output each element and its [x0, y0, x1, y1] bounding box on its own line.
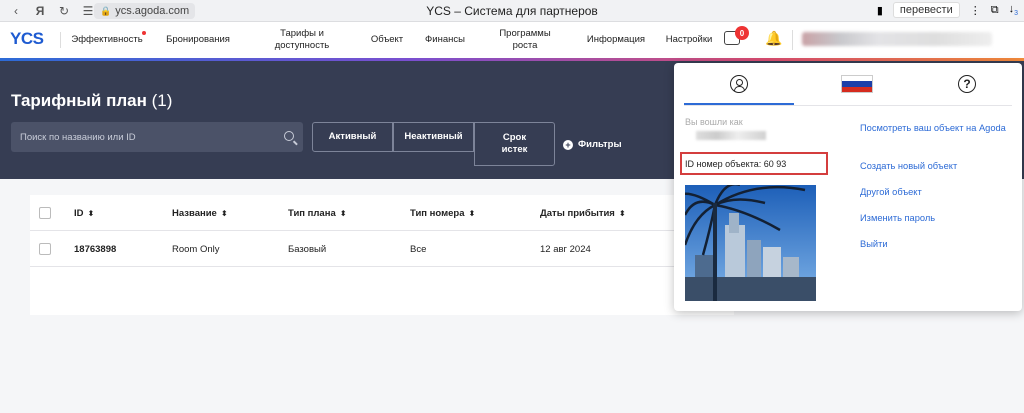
nav-divider — [792, 30, 793, 50]
col-label: Даты прибытия — [540, 207, 615, 219]
segment-label: Активный — [328, 131, 377, 142]
downloads-badge: 3 — [1014, 10, 1018, 18]
account-name-blurred[interactable] — [802, 32, 992, 46]
table-row[interactable]: 18763898 Room Only Базовый Все 12 авг 20… — [30, 231, 734, 267]
bookmark-icon[interactable]: ▮ — [877, 4, 883, 17]
browser-actions: ▮ перевести ⋮ ⧉ ↓3 — [877, 2, 1018, 18]
col-room-type[interactable]: Тип номера ⬍ — [410, 195, 475, 231]
back-icon[interactable]: ‹ — [8, 4, 24, 18]
create-property-link[interactable]: Создать новый объект — [860, 160, 957, 173]
plus-icon: + — [563, 139, 573, 150]
nav-divider — [60, 32, 61, 48]
tab-help[interactable]: ? — [912, 63, 1022, 105]
nav-item-performance[interactable]: Эффективность — [71, 22, 143, 58]
select-all-checkbox[interactable] — [39, 195, 51, 231]
nav-label: Эффективность — [71, 34, 143, 45]
page-title-text: Тарифный план — [11, 91, 147, 110]
translate-button[interactable]: перевести — [892, 2, 960, 18]
cell-dates: 12 авг 2024 — [540, 243, 591, 255]
address-bar[interactable]: 🔒 ycs.agoda.com — [94, 3, 196, 19]
col-label: ID — [74, 207, 84, 219]
table-header-row: ID ⬍ Название ⬍ Тип плана ⬍ Тип номера ⬍ Дат… — [30, 195, 734, 231]
dropdown-divider — [684, 105, 1012, 106]
col-label: Название — [172, 207, 217, 219]
logo-text: YCS — [10, 29, 44, 48]
nav-label: Бронирования — [166, 34, 230, 45]
rate-plan-table: ID ⬍ Название ⬍ Тип плана ⬍ Тип номера ⬍ Дат… — [30, 195, 734, 315]
logout-link[interactable]: Выйти — [860, 238, 888, 251]
filters-label: Фильтры — [578, 139, 622, 150]
property-photo — [685, 185, 816, 301]
account-dropdown: ? Вы вошли как ID номер объекта: 60 93 П… — [674, 63, 1022, 311]
app-navbar: YCS Эффективность Бронирования Тарифы и … — [0, 22, 1024, 58]
nav-item-growth[interactable]: Программы роста — [492, 22, 558, 58]
cell-room-type: Все — [410, 243, 427, 255]
cell-plan-type: Базовый — [288, 243, 327, 255]
lock-icon: 🔒 — [100, 5, 112, 16]
flag-stripe-red — [842, 86, 872, 92]
user-icon — [730, 75, 748, 93]
segment-label: Срок истек — [501, 132, 528, 155]
change-password-link[interactable]: Изменить пароль — [860, 212, 935, 225]
url-text: ycs.agoda.com — [115, 5, 190, 17]
nav-item-property[interactable]: Объект — [366, 22, 408, 58]
filters-button[interactable]: + Фильтры — [563, 139, 622, 150]
translate-label: перевести — [899, 4, 953, 16]
download-icon[interactable]: ↓3 — [1009, 3, 1018, 17]
filter-expired-button[interactable]: Срок истек — [474, 122, 555, 166]
russia-flag-icon — [841, 75, 873, 93]
col-label: Тип плана — [288, 207, 336, 219]
nav-label: Информация — [586, 34, 646, 45]
extensions-icon[interactable]: ⧉ — [991, 4, 999, 17]
filter-active-button[interactable]: Активный — [312, 122, 393, 152]
nav-label: Настройки — [665, 34, 713, 45]
notification-dot — [142, 31, 146, 35]
tab-account[interactable] — [684, 63, 794, 105]
sort-icon[interactable]: ⬍ — [88, 209, 95, 218]
filter-inactive-button[interactable]: Неактивный — [393, 122, 474, 152]
sort-icon[interactable]: ⬍ — [619, 209, 626, 218]
sort-icon[interactable]: ⬍ — [468, 209, 475, 218]
col-label: Тип номера — [410, 207, 465, 219]
row-checkbox[interactable] — [39, 231, 51, 267]
search-icon[interactable] — [284, 131, 294, 141]
col-plan-type[interactable]: Тип плана ⬍ — [288, 195, 346, 231]
bell-icon[interactable]: 🔔 — [765, 30, 782, 47]
object-id-text: ID номер объекта: 60 93 — [685, 159, 787, 169]
other-property-link[interactable]: Другой объект — [860, 186, 922, 199]
reload-icon[interactable]: ↻ — [56, 4, 72, 18]
messages-badge: 0 — [735, 26, 749, 40]
nav-item-info[interactable]: Информация — [583, 22, 649, 58]
nav-item-finance[interactable]: Финансы — [421, 22, 469, 58]
segment-label: Неактивный — [404, 131, 463, 142]
cell-id[interactable]: 18763898 — [74, 231, 116, 267]
col-dates[interactable]: Даты прибытия ⬍ — [540, 195, 626, 231]
account-email-blurred — [696, 131, 766, 140]
nav-item-bookings[interactable]: Бронирования — [162, 22, 234, 58]
signed-in-label: Вы вошли как — [685, 117, 743, 127]
view-property-link[interactable]: Посмотреть ваш объект на Agoda — [860, 122, 1010, 135]
nav-item-rates[interactable]: Тарифы и доступность — [268, 22, 336, 58]
yandex-icon[interactable]: Я — [32, 4, 48, 18]
page-title: Тарифный план (1) — [11, 91, 172, 111]
col-name[interactable]: Название ⬍ — [172, 195, 228, 231]
cell-name: Room Only — [172, 243, 220, 255]
tab-language[interactable] — [802, 63, 912, 105]
more-icon[interactable]: ⋮ — [970, 4, 981, 17]
sort-icon[interactable]: ⬍ — [221, 209, 228, 218]
nav-label: Тарифы и доступность — [274, 28, 330, 51]
help-icon: ? — [958, 75, 976, 93]
col-id[interactable]: ID ⬍ — [74, 195, 94, 231]
search-placeholder: Поиск по названию или ID — [20, 131, 136, 143]
ycs-logo[interactable]: YCS — [10, 29, 44, 49]
nav-label: Объект — [370, 34, 404, 45]
nav-label: Финансы — [425, 34, 465, 45]
nav-label: Программы роста — [499, 28, 551, 51]
nav-item-settings[interactable]: Настройки — [661, 22, 717, 58]
search-input[interactable]: Поиск по названию или ID — [11, 122, 303, 152]
sort-icon[interactable]: ⬍ — [340, 209, 347, 218]
page-count: (1) — [151, 91, 173, 110]
